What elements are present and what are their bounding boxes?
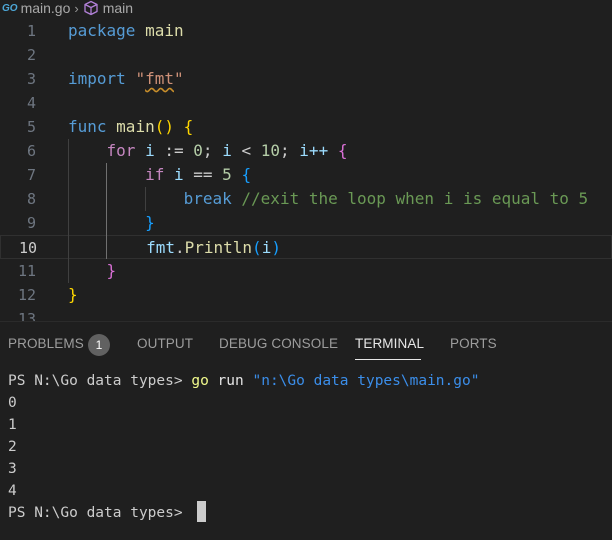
active-tab-indicator <box>355 359 421 360</box>
line-number: 5 <box>26 118 36 136</box>
tab-ports[interactable]: PORTS <box>450 336 497 351</box>
operator: < <box>241 141 252 160</box>
keyword: if <box>145 165 165 184</box>
indent-guide <box>68 139 69 283</box>
indent-guide-active <box>106 163 107 259</box>
terminal-prompt-line: PS N:\Go data types> <box>8 505 183 521</box>
code-line: 11 } <box>0 259 612 283</box>
terminal-output-line: 0 <box>8 395 17 411</box>
string-quote: " <box>135 69 146 88</box>
terminal-output-line: 4 <box>8 483 17 499</box>
paren: ) <box>271 238 281 257</box>
package-ref: fmt <box>146 238 175 257</box>
terminal[interactable]: PS N:\Go data types> go run "n:\Go data … <box>0 370 612 540</box>
code-line: 1 package main <box>0 19 612 43</box>
variable: i <box>145 141 155 160</box>
line-number: 2 <box>26 46 36 64</box>
variable: i <box>261 238 272 257</box>
line-number: 13 <box>17 310 36 321</box>
keyword: break <box>183 189 232 208</box>
terminal-output-line: 1 <box>8 417 17 433</box>
code-editor[interactable]: 1 package main 2 3 import "fmt" 4 5 func… <box>0 19 612 321</box>
indent-guide <box>145 187 146 211</box>
code-line: 7 if i == 5 { <box>0 163 612 187</box>
keyword: for <box>106 141 136 160</box>
brace: } <box>68 285 78 304</box>
string-quote: " <box>173 69 184 88</box>
code-line: 12 } <box>0 283 612 307</box>
brace: } <box>106 261 117 280</box>
keyword: func <box>68 117 107 136</box>
paren: () <box>154 117 174 136</box>
tab-terminal[interactable]: TERMINAL <box>355 336 424 351</box>
brace: } <box>145 213 155 232</box>
code-line: 2 <box>0 43 612 67</box>
code-line: 4 <box>0 91 612 115</box>
module-cube-icon <box>83 0 99 16</box>
line-number: 12 <box>17 286 36 304</box>
comment: //exit the loop when i is equal to 5 <box>241 189 589 208</box>
go-file-icon: GO <box>2 2 18 14</box>
code-line: 9 } <box>0 211 612 235</box>
function-call: Println <box>184 238 253 257</box>
terminal-output-line: 3 <box>8 461 17 477</box>
number: 0 <box>193 141 203 160</box>
terminal-arg: run <box>217 373 244 389</box>
tab-problems[interactable]: PROBLEMS <box>8 336 84 351</box>
code-line: 8 break //exit the loop when i is equal … <box>0 187 612 211</box>
chevron-right-icon: › <box>74 0 79 16</box>
number: 10 <box>260 141 281 160</box>
operator: == <box>193 165 213 184</box>
variable: i <box>222 141 232 160</box>
terminal-cursor <box>197 501 206 522</box>
package-name: main <box>145 21 184 40</box>
paren: ( <box>252 238 262 257</box>
brace: { <box>183 117 194 136</box>
breadcrumb-file[interactable]: main.go <box>21 0 71 16</box>
line-number: 7 <box>26 166 36 184</box>
line-number: 10 <box>18 239 37 257</box>
semicolon: ; <box>280 141 290 160</box>
terminal-prompt: PS N:\Go data types> <box>8 373 183 389</box>
line-number: 4 <box>26 94 36 112</box>
terminal-command: go <box>191 373 209 389</box>
code-line: 6 for i := 0; i < 10; i++ { <box>0 139 612 163</box>
keyword: package <box>68 21 136 40</box>
line-number: 1 <box>26 22 36 40</box>
operator: := <box>164 141 184 160</box>
terminal-path-arg: "n:\Go data types\main.go" <box>252 373 480 389</box>
breadcrumb-symbol[interactable]: main <box>103 0 133 16</box>
number: 5 <box>222 165 232 184</box>
line-number: 8 <box>26 190 36 208</box>
code-line: 13 <box>0 307 612 321</box>
problems-count-badge: 1 <box>88 334 110 356</box>
terminal-command-line: PS N:\Go data types> go run "n:\Go data … <box>8 370 479 392</box>
current-code-line: 10 fmt.Println(i) <box>0 235 612 259</box>
breadcrumb: GO main.go › main <box>0 0 612 16</box>
tab-debug-console[interactable]: DEBUG CONSOLE <box>219 336 338 351</box>
keyword: import <box>68 69 126 88</box>
line-number: 3 <box>26 70 36 88</box>
tab-output[interactable]: OUTPUT <box>137 336 193 351</box>
code-line: 3 import "fmt" <box>0 67 612 91</box>
brace: { <box>241 165 252 184</box>
function-name: main <box>116 117 155 136</box>
terminal-output-line: 2 <box>8 439 17 455</box>
panel-tabs: PROBLEMS 1 OUTPUT DEBUG CONSOLE TERMINAL… <box>0 322 612 366</box>
brace: { <box>337 141 348 160</box>
semicolon: ; <box>202 141 213 160</box>
line-number: 6 <box>26 142 36 160</box>
import-path: fmt <box>145 69 174 88</box>
code-line: 5 func main() { <box>0 115 612 139</box>
dot: . <box>174 238 185 257</box>
line-number: 9 <box>26 214 36 232</box>
increment: i++ <box>299 141 329 160</box>
line-number: 11 <box>17 262 36 280</box>
variable: i <box>173 165 184 184</box>
